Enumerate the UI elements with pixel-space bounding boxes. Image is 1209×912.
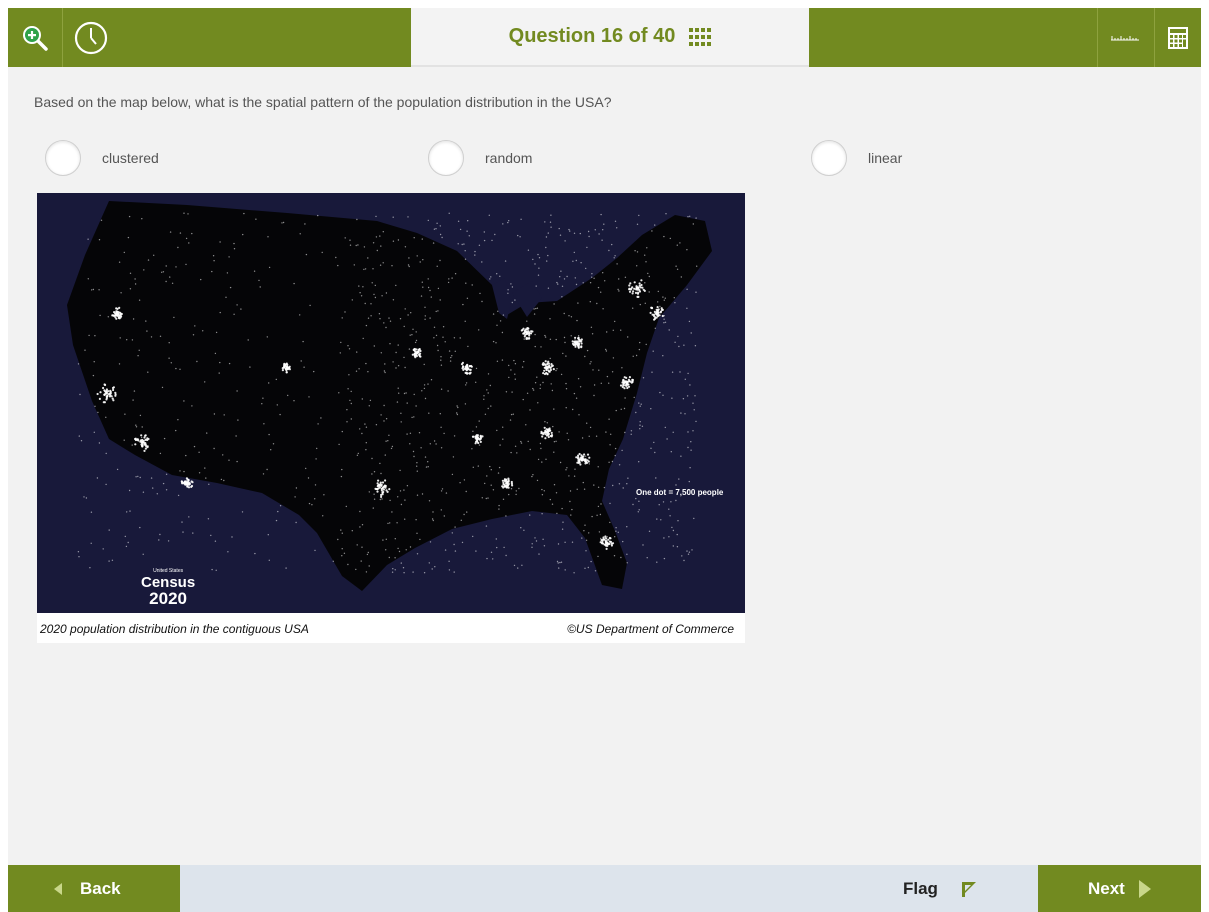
option-clustered[interactable]: clustered xyxy=(45,140,159,176)
arrow-left-icon xyxy=(54,882,62,895)
option-label: random xyxy=(485,150,533,166)
back-label: Back xyxy=(80,878,121,898)
figure-caption: 2020 population distribution in the cont… xyxy=(40,622,309,636)
top-toolbar: Question 16 of 40 xyxy=(8,8,1201,67)
question-text: Based on the map below, what is the spat… xyxy=(34,94,612,110)
map-legend-note: One dot = 7,500 people xyxy=(636,488,724,497)
ruler-button[interactable] xyxy=(1098,8,1152,67)
grid-icon xyxy=(689,27,712,46)
calculator-icon xyxy=(1168,26,1188,49)
figure-credit: ©US Department of Commerce xyxy=(567,622,734,636)
option-label: clustered xyxy=(102,150,159,166)
ruler-icon xyxy=(1111,35,1139,40)
radio-button[interactable] xyxy=(428,140,464,176)
timer-button[interactable] xyxy=(63,8,119,67)
back-button[interactable]: Back xyxy=(8,865,180,912)
next-button[interactable]: Next xyxy=(1038,865,1201,912)
flag-button[interactable]: Flag xyxy=(903,865,978,912)
population-map-image: One dot = 7,500 people United States Cen… xyxy=(37,193,745,613)
question-panel: Based on the map below, what is the spat… xyxy=(8,67,1201,865)
bottom-navigation-bar: Back Flag Next xyxy=(8,865,1201,912)
radio-button[interactable] xyxy=(811,140,847,176)
flag-icon xyxy=(961,881,976,897)
option-random[interactable]: random xyxy=(428,140,532,176)
zoom-in-icon xyxy=(23,25,48,51)
usa-landmass xyxy=(67,201,712,591)
arrow-right-icon xyxy=(1138,879,1151,898)
census-2020-logo: United States Census 2020 xyxy=(141,568,196,608)
flag-label: Flag xyxy=(903,878,938,898)
question-counter: Question 16 of 40 xyxy=(508,25,676,47)
calculator-button[interactable] xyxy=(1155,8,1201,67)
next-label: Next xyxy=(1088,878,1125,898)
clock-icon xyxy=(74,21,108,54)
zoom-in-button[interactable] xyxy=(8,8,62,67)
option-linear[interactable]: linear xyxy=(811,140,902,176)
option-label: linear xyxy=(868,150,903,166)
usa-map-graphic xyxy=(67,201,712,591)
population-map-figure: One dot = 7,500 people United States Cen… xyxy=(37,193,745,643)
radio-button[interactable] xyxy=(45,140,81,176)
question-navigator[interactable]: Question 16 of 40 xyxy=(411,8,809,67)
